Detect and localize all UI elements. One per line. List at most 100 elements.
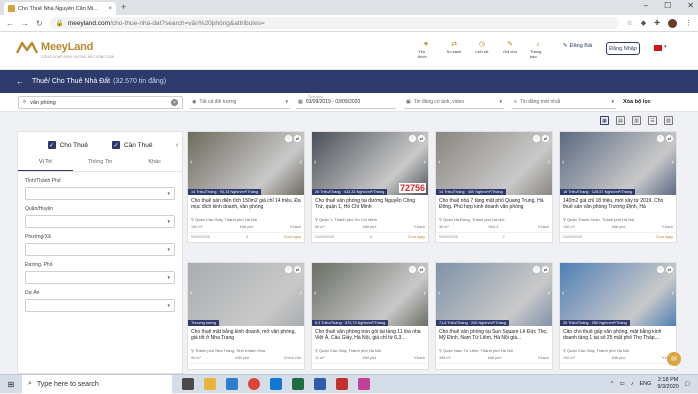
puzzle-icon[interactable]: ✚ — [654, 19, 660, 28]
listing-title[interactable]: 140m2 giá chỉ 18 triệu, mới xây từ 2019.… — [560, 195, 676, 215]
chat-button[interactable]: Chat ngay — [284, 235, 301, 239]
chevron-left-icon[interactable]: ‹ — [562, 159, 564, 166]
chevron-right-icon[interactable]: › — [300, 159, 302, 166]
new-tab-icon[interactable]: + — [121, 2, 126, 12]
listing-photo[interactable]: ♡ ⇄ ‹ › 6,3 Triệu/Tháng · 572,73 Nghìn/m²/Th… — [312, 263, 428, 326]
media-select[interactable]: ▣ Tin đăng có ảnh, video ▾ — [404, 96, 504, 109]
heart-icon[interactable]: ♡ — [409, 135, 416, 142]
chevron-left-icon[interactable]: ‹ — [438, 159, 440, 166]
sort-select[interactable]: ≡ Tin đăng mới nhất ▾ — [512, 96, 616, 109]
word-icon[interactable] — [314, 378, 326, 390]
province-select[interactable]: ▾ — [25, 187, 175, 200]
collapse-sidebar-icon[interactable]: ‹ — [176, 142, 178, 149]
chevron-left-icon[interactable]: ‹ — [190, 159, 192, 166]
language-flag-icon[interactable] — [654, 45, 662, 51]
date-range-select[interactable]: Thời gian ▦ 03/09/2019 - 03/09/2020 — [296, 95, 396, 109]
app-icon[interactable] — [358, 378, 370, 390]
heart-icon[interactable]: ♡ — [657, 135, 664, 142]
heart-icon[interactable]: ♡ — [285, 266, 292, 273]
chevron-right-icon[interactable]: › — [672, 290, 674, 297]
task-view-icon[interactable] — [182, 378, 194, 390]
listing-title[interactable]: Cần cho thuê gấp văn phòng, mặt bằng kin… — [560, 326, 676, 346]
chevron-left-icon[interactable]: ‹ — [438, 290, 440, 297]
language-indicator[interactable]: ENG — [639, 381, 651, 387]
grid-view-icon[interactable]: ▦ — [600, 116, 609, 125]
listing-card[interactable]: ♡ ⇄ ‹ › 18 Triệu/Tháng · 128,57 Nghìn/m²/Thá… — [559, 131, 677, 243]
heart-icon[interactable]: ♡ — [657, 266, 664, 273]
street-select[interactable]: ▾ — [25, 271, 175, 284]
maximize-icon[interactable]: ☐ — [664, 1, 671, 10]
extension-icon[interactable]: ◆ — [641, 19, 646, 28]
address-bar[interactable]: 🔒 meeyland.com/cho-thue-nha-dat?search=v… — [49, 17, 620, 29]
checkbox-for-rent[interactable]: ✓ Cho Thuê — [47, 141, 88, 149]
compare-icon[interactable]: ⇄ — [542, 266, 549, 273]
browser-tab[interactable]: Cho Thuê Nhà Nguyên Căn Mi... × — [4, 2, 116, 15]
nav-notes[interactable]: ✎ Ghi chú — [502, 40, 518, 59]
chevron-right-icon[interactable]: › — [672, 159, 674, 166]
star-icon[interactable]: ☆ — [626, 19, 632, 28]
compare-icon[interactable]: ⇄ — [418, 266, 425, 273]
listing-title[interactable]: Cho thuê văn phòng tại đường Nguyễn Công… — [312, 195, 428, 215]
chevron-right-icon[interactable]: › — [424, 290, 426, 297]
listing-card[interactable]: ♡ ⇄ ‹ › 26 Triệu/Tháng · 433,33 Nghìn/m²/Thá… — [311, 131, 429, 243]
chevron-right-icon[interactable]: › — [424, 159, 426, 166]
chevron-right-icon[interactable]: › — [548, 159, 550, 166]
post-button[interactable]: ✎ Đăng Bài — [563, 43, 592, 49]
audience-select[interactable]: ◉ Tất cả đối tượng ▾ — [190, 96, 290, 109]
app-icon[interactable] — [336, 378, 348, 390]
search-input[interactable]: ⌕ văn phòng × — [18, 96, 183, 109]
map-view-icon[interactable]: ▨ — [664, 116, 673, 125]
compare-icon[interactable]: ⇄ — [666, 266, 673, 273]
clear-filters-button[interactable]: Xóa bộ lọc — [623, 99, 651, 105]
list-view-icon[interactable]: ☰ — [648, 116, 657, 125]
compare-icon[interactable]: ⇄ — [418, 135, 425, 142]
listing-card[interactable]: ♡ ⇄ ‹ › Thương lượng Cho thuê mặt bằng kinh d… — [187, 262, 305, 370]
nav-notifications[interactable]: ♪ Thông báo — [530, 40, 546, 59]
logo[interactable]: MeeyLand — [15, 40, 93, 54]
chevron-right-icon[interactable]: › — [548, 290, 550, 297]
chevron-down-icon[interactable]: ▾ — [664, 44, 667, 50]
listing-photo[interactable]: ♡ ⇄ ‹ › 25 Triệu/Tháng · 250 Nghìn/m²/Tháng — [560, 263, 676, 326]
nav-favorites[interactable]: ♥ Yêu thích — [418, 40, 434, 59]
chat-fab-icon[interactable]: ✉ — [667, 352, 681, 366]
listing-title[interactable]: Cho thuê nhà 7 tầng mặt phố Quang Trung,… — [436, 195, 552, 215]
tab-location[interactable]: Vị Trí — [18, 159, 73, 171]
minimize-icon[interactable]: – — [644, 1, 648, 10]
listing-title[interactable]: Cho thuê sàn diện tích 150m2 giá chỉ 14 … — [188, 195, 304, 215]
close-tab-icon[interactable]: × — [108, 6, 112, 12]
notifications-icon[interactable]: ▢ — [685, 381, 690, 387]
file-explorer-icon[interactable] — [204, 378, 216, 390]
compare-icon[interactable]: ⇄ — [294, 135, 301, 142]
listing-title[interactable]: Cho thuê văn phòng tại Sun Square Lê Đức… — [436, 326, 552, 346]
tab-other[interactable]: Khác — [127, 159, 182, 171]
compare-icon[interactable]: ⇄ — [294, 266, 301, 273]
volume-icon[interactable]: ♪ — [631, 381, 634, 387]
nav-compare[interactable]: ⇄ So sánh — [446, 40, 462, 59]
clear-search-icon[interactable]: × — [171, 99, 178, 106]
close-window-icon[interactable]: ✕ — [687, 1, 694, 10]
project-select[interactable]: ▾ — [25, 299, 175, 312]
nav-history[interactable]: ◷ Lịch sử — [474, 40, 490, 59]
listing-card[interactable]: ♡ ⇄ ‹ › 71,6 Triệu/Tháng · 200 Nghìn/m²/Thán… — [435, 262, 553, 370]
chat-button[interactable]: Chat ngay — [656, 235, 673, 239]
listing-card[interactable]: ♡ ⇄ ‹ › 14 Triệu/Tháng · 93,33 Nghìn/m²/Thán… — [187, 131, 305, 243]
chevron-right-icon[interactable]: › — [300, 290, 302, 297]
grid-large-icon[interactable]: ▤ — [616, 116, 625, 125]
network-icon[interactable]: ▭ — [620, 381, 625, 387]
listing-photo[interactable]: ♡ ⇄ ‹ › 14 Triệu/Tháng · 400 Nghìn/m²/Tháng — [436, 132, 552, 195]
menu-icon[interactable]: ⋮ — [685, 19, 692, 28]
district-select[interactable]: ▾ — [25, 215, 175, 228]
chevron-left-icon[interactable]: ‹ — [314, 290, 316, 297]
chevron-left-icon[interactable]: ‹ — [190, 290, 192, 297]
login-button[interactable]: Đăng Nhập — [606, 42, 640, 55]
taskbar-search[interactable]: ⌕ Type here to search — [22, 374, 172, 394]
chevron-left-icon[interactable]: ‹ — [314, 159, 316, 166]
chevron-left-icon[interactable]: ‹ — [562, 290, 564, 297]
listing-photo[interactable]: ♡ ⇄ ‹ › 71,6 Triệu/Tháng · 200 Nghìn/m²/Thán… — [436, 263, 552, 326]
compare-icon[interactable]: ⇄ — [542, 135, 549, 142]
listing-card[interactable]: ♡ ⇄ ‹ › 14 Triệu/Tháng · 400 Nghìn/m²/Tháng C… — [435, 131, 553, 243]
profile-avatar[interactable] — [668, 18, 677, 28]
reload-icon[interactable]: ↻ — [36, 19, 43, 28]
chrome-icon[interactable] — [248, 378, 260, 390]
listing-card[interactable]: ♡ ⇄ ‹ › 6,3 Triệu/Tháng · 572,73 Nghìn/m²/Th… — [311, 262, 429, 370]
